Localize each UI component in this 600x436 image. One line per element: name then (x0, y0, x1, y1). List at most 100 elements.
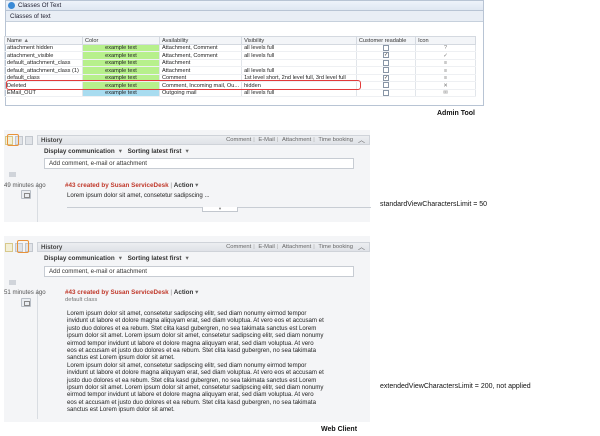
link-comment[interactable]: Comment (225, 137, 252, 143)
row-name: default_attachment_class (1) (4, 66, 83, 75)
row-customer-readable (355, 59, 417, 68)
toggle-highlight (17, 240, 29, 253)
row-color-sample: example text (81, 44, 160, 53)
row-color-sample: example text (81, 59, 160, 68)
col-header-visibility[interactable]: Visibility (241, 36, 357, 45)
readable-checkbox[interactable] (382, 89, 389, 96)
readable-checkbox[interactable] (382, 59, 389, 66)
history-links: Comment | E-Mail | Attachment | Time bookin… (225, 244, 354, 250)
sorting-dropdown[interactable]: Sorting latest first (128, 255, 182, 262)
entry-ref-link[interactable]: #43 created by Susan ServiceDesk (65, 182, 169, 189)
entry-timestamp: 51 minutes ago (4, 289, 46, 296)
expand-content-button[interactable]: ▾ (202, 206, 238, 212)
body-line: justo duo dolores et ea rebum. Stet clit… (67, 376, 317, 384)
sorting-dropdown[interactable]: Sorting latest first (128, 148, 182, 155)
chevron-down-icon[interactable]: ▾ (119, 148, 122, 155)
filter-tab-icon[interactable] (9, 280, 16, 285)
entry-title: #43 created by Susan ServiceDesk | Actio… (65, 182, 199, 189)
row-name: attachment hidden (4, 44, 83, 53)
body-line: ipsum dolor sit amet. Lorem ipsum dolor … (67, 384, 324, 392)
admin-window-titlebar: Classes Of Text (6, 1, 483, 11)
list-toggle-button[interactable] (25, 135, 33, 145)
readable-checkbox[interactable]: ✓ (382, 74, 389, 81)
expand-toggle-button[interactable] (5, 242, 13, 252)
row-class-icon: ≡ (415, 66, 476, 75)
table-row[interactable]: attachment_visible example text Attachment… (4, 51, 476, 61)
chevron-down-icon[interactable]: ▾ (186, 148, 189, 155)
extended-limit-caption: extendedViewCharactersLimit = 200, not a… (380, 383, 531, 390)
col-header-customer-readable[interactable]: Customer readable (355, 36, 417, 45)
link-email[interactable]: E-Mail (257, 244, 275, 250)
entry-title: #43 created by Susan ServiceDesk | Actio… (65, 289, 199, 296)
body-line: invidunt ut labore et dolore magna aliqu… (67, 317, 324, 325)
row-name: default_attachment_class (4, 59, 83, 68)
body-line: eos et accusam et justo duo dolores et e… (67, 398, 316, 406)
display-communication-dropdown[interactable]: Display communication (44, 148, 115, 155)
sort-asc-icon: ▲ (23, 37, 30, 44)
readable-checkbox[interactable]: ✓ (382, 52, 389, 59)
link-email[interactable]: E-Mail (257, 137, 275, 143)
body-line: eirmod tempor invidunt ut labore et dolo… (67, 339, 314, 347)
col-header-icon[interactable]: Icon (415, 36, 476, 45)
standard-limit-caption: standardViewCharactersLimit = 50 (380, 201, 488, 208)
row-class-icon: ≡ (415, 74, 476, 83)
collapse-chevron-icon[interactable]: ︿ (358, 135, 365, 145)
row-availability: Attachment, Comment (158, 44, 243, 53)
add-comment-input[interactable]: Add comment, e-mail or attachment (44, 158, 354, 169)
collapse-chevron-icon[interactable]: ︿ (358, 242, 365, 252)
entry-body: Lorem ipsum dolor sit amet, consetetur s… (67, 192, 210, 199)
body-line: ipsum dolor sit amet. Lorem ipsum dolor … (67, 332, 324, 340)
history-title: History (41, 243, 63, 251)
row-customer-readable (355, 81, 417, 90)
entry-body: Lorem ipsum dolor sit amet, consetetur s… (67, 310, 324, 414)
col-header-availability[interactable]: Availability (158, 36, 243, 45)
filter-tab-icon[interactable] (9, 172, 16, 177)
body-line: Lorem ipsum dolor sit amet, consetetur s… (67, 361, 307, 369)
add-comment-input[interactable]: Add comment, e-mail or attachment (44, 266, 354, 277)
row-class-icon: ≡ (415, 59, 476, 68)
chevron-down-icon[interactable]: ▾ (186, 255, 189, 262)
table-row[interactable]: default_attachment_class (1) example text… (4, 66, 476, 75)
entry-action-dropdown[interactable]: Action (174, 182, 194, 189)
history-header: History Comment | E-Mail | Attachment | Tim… (37, 135, 370, 145)
readable-checkbox[interactable] (382, 67, 389, 74)
row-visibility: all levels full (241, 66, 357, 75)
row-class-icon: ✉ (415, 89, 476, 98)
row-customer-readable (355, 44, 417, 53)
body-line: eos et accusam et justo duo dolores et e… (67, 347, 316, 355)
comment-entry-icon (21, 298, 31, 307)
body-line: eirmod tempor invidunt ut labore et dolo… (67, 391, 314, 399)
row-customer-readable (355, 89, 417, 98)
display-communication-dropdown[interactable]: Display communication (44, 255, 115, 262)
row-customer-readable: ✓ (355, 74, 417, 83)
history-options: Display communication ▾ Sorting latest fi… (44, 148, 193, 155)
row-customer-readable (355, 66, 417, 75)
toggle-highlight (7, 134, 19, 146)
readable-checkbox[interactable] (382, 82, 389, 89)
body-line: invidunt ut labore et dolore magna aliqu… (67, 369, 324, 377)
col-header-color[interactable]: Color (81, 36, 160, 45)
col-header-name[interactable]: Name ▲ (4, 36, 83, 45)
row-color-sample: example text (81, 89, 160, 98)
link-attachment[interactable]: Attachment (281, 137, 312, 143)
link-time-booking[interactable]: Time booking (317, 137, 354, 143)
row-visibility: all levels full (241, 51, 357, 61)
link-time-booking[interactable]: Time booking (317, 244, 354, 250)
row-class-icon: ? (415, 44, 476, 53)
entry-ref-link[interactable]: #43 created by Susan ServiceDesk (65, 289, 169, 296)
readable-checkbox[interactable] (382, 45, 389, 51)
table-row[interactable]: default_attachment_class example text Atta… (4, 59, 476, 68)
link-comment[interactable]: Comment (225, 244, 252, 250)
history-options: Display communication ▾ Sorting latest fi… (44, 255, 193, 262)
chevron-down-icon[interactable]: ▾ (119, 255, 122, 262)
history-links: Comment | E-Mail | Attachment | Time bookin… (225, 137, 354, 143)
admin-window-title: Classes Of Text (18, 2, 62, 9)
body-line: Lorem ipsum dolor sit amet, consetetur s… (67, 310, 307, 317)
table-row[interactable]: EMail_OUT example text Outgoing mail all le… (4, 89, 476, 98)
row-availability: Attachment, Comment (158, 51, 243, 61)
link-attachment[interactable]: Attachment (281, 244, 312, 250)
entry-action-dropdown[interactable]: Action (174, 289, 194, 296)
table-row[interactable]: attachment hidden example text Attachment,… (4, 44, 476, 53)
row-name: attachment_visible (4, 51, 83, 61)
row-availability: Attachment (158, 66, 243, 75)
